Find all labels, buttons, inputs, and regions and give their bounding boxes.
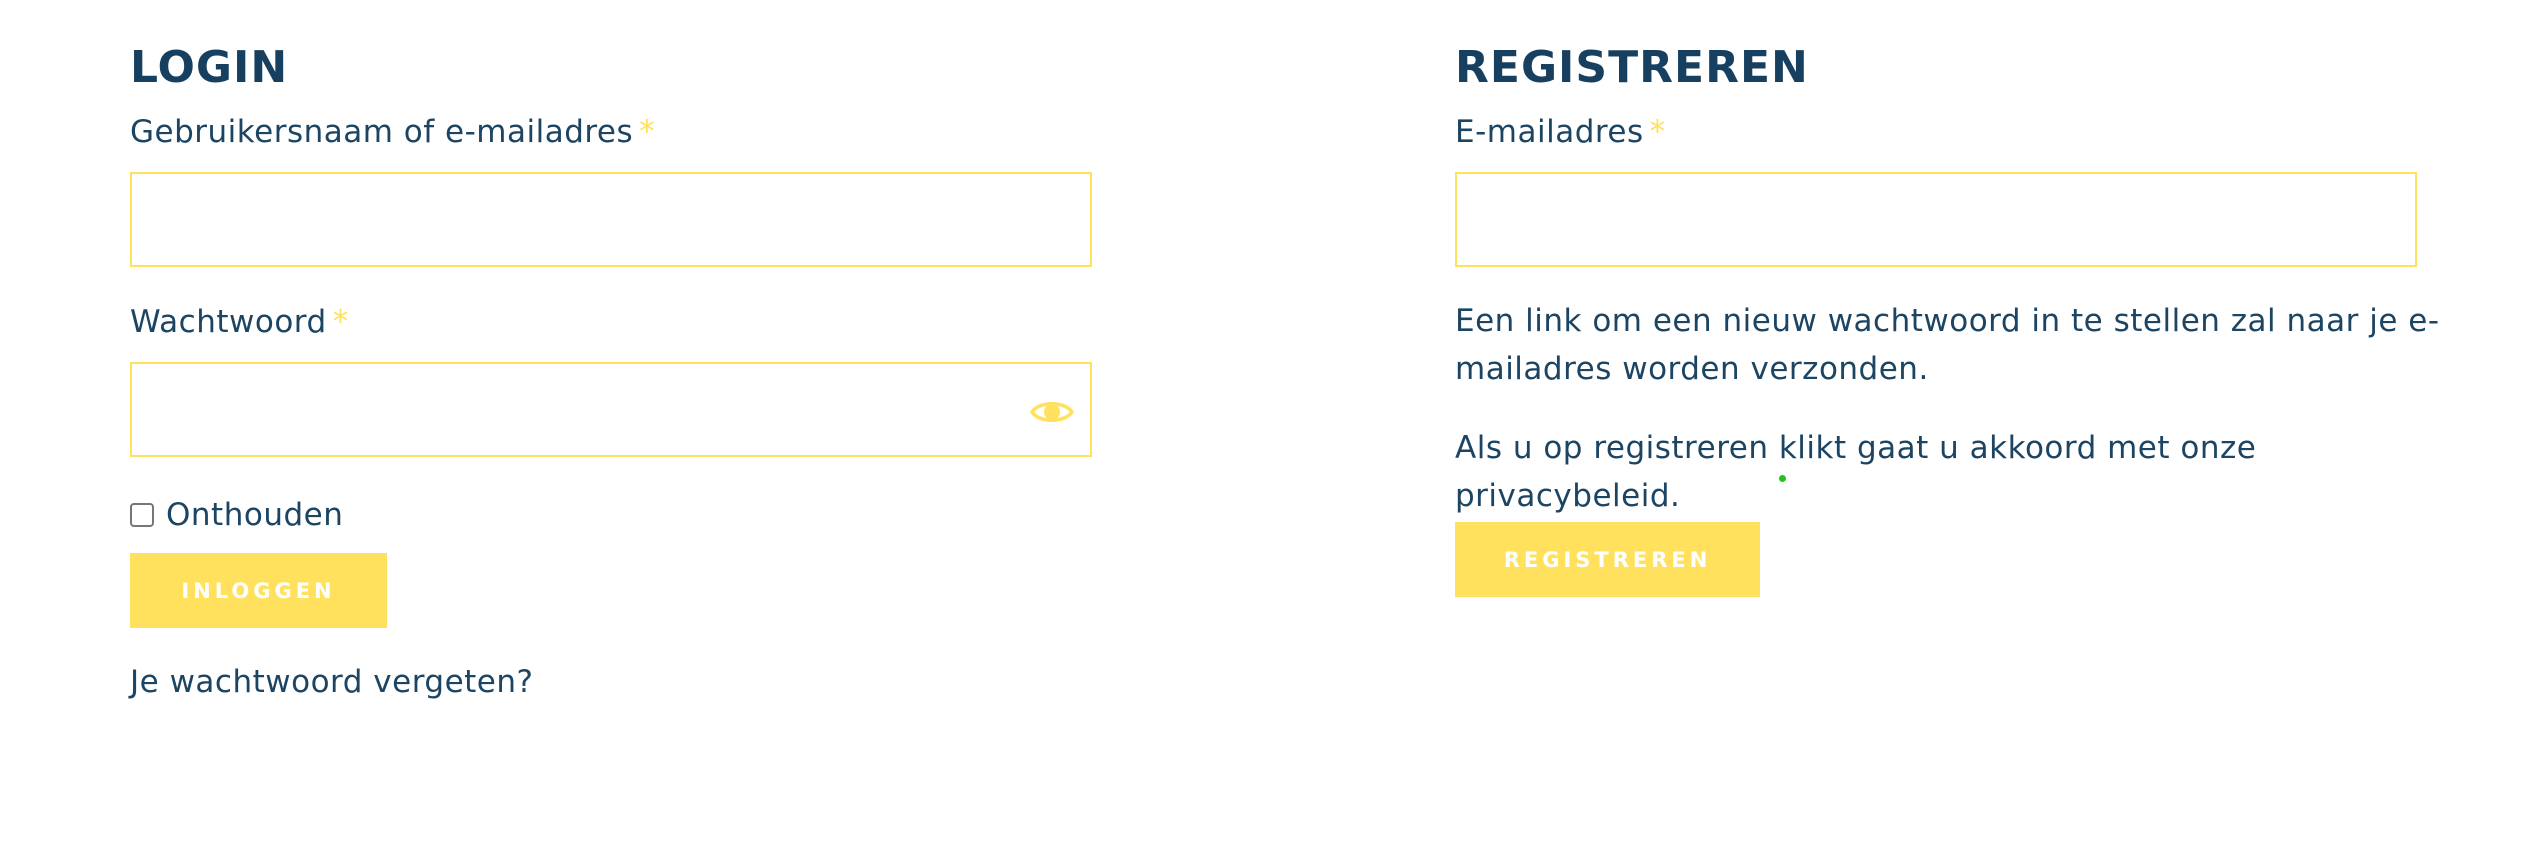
eye-icon[interactable] [1029,397,1075,427]
reset-info-text: Een link om een nieuw wachtwoord in te s… [1455,303,2440,387]
remember-label: Onthouden [166,497,344,533]
password-label-text: Wachtwoord [130,304,327,340]
login-button[interactable]: INLOGGEN [130,553,387,628]
required-mark: * [639,114,656,150]
password-input[interactable] [130,362,1092,457]
register-button[interactable]: REGISTREREN [1455,522,1760,597]
email-label: E-mailadres * [1455,112,1666,152]
forgot-password-link[interactable]: Je wachtwoord vergeten? [130,662,533,702]
username-input[interactable] [130,172,1092,267]
email-label-text: E-mailadres [1455,114,1644,150]
register-title: REGISTREREN [1455,42,1809,93]
remember-checkbox[interactable] [130,503,154,527]
remember-me[interactable]: Onthouden [130,495,343,535]
username-label-text: Gebruikersnaam of e-mailadres [130,114,634,150]
email-input[interactable] [1455,172,2417,267]
login-title: LOGIN [130,42,289,93]
account-page: LOGIN Gebruikersnaam of e-mailadres * Wac… [0,0,2528,842]
indicator-dot [1779,475,1786,482]
required-mark: * [1649,114,1666,150]
privacy-text: Als u op registreren klikt gaat u akkoor… [1455,430,2257,514]
required-mark: * [332,304,349,340]
username-label: Gebruikersnaam of e-mailadres * [130,112,655,152]
password-label: Wachtwoord * [130,302,349,342]
eye-icon-graphic [1029,402,1075,422]
